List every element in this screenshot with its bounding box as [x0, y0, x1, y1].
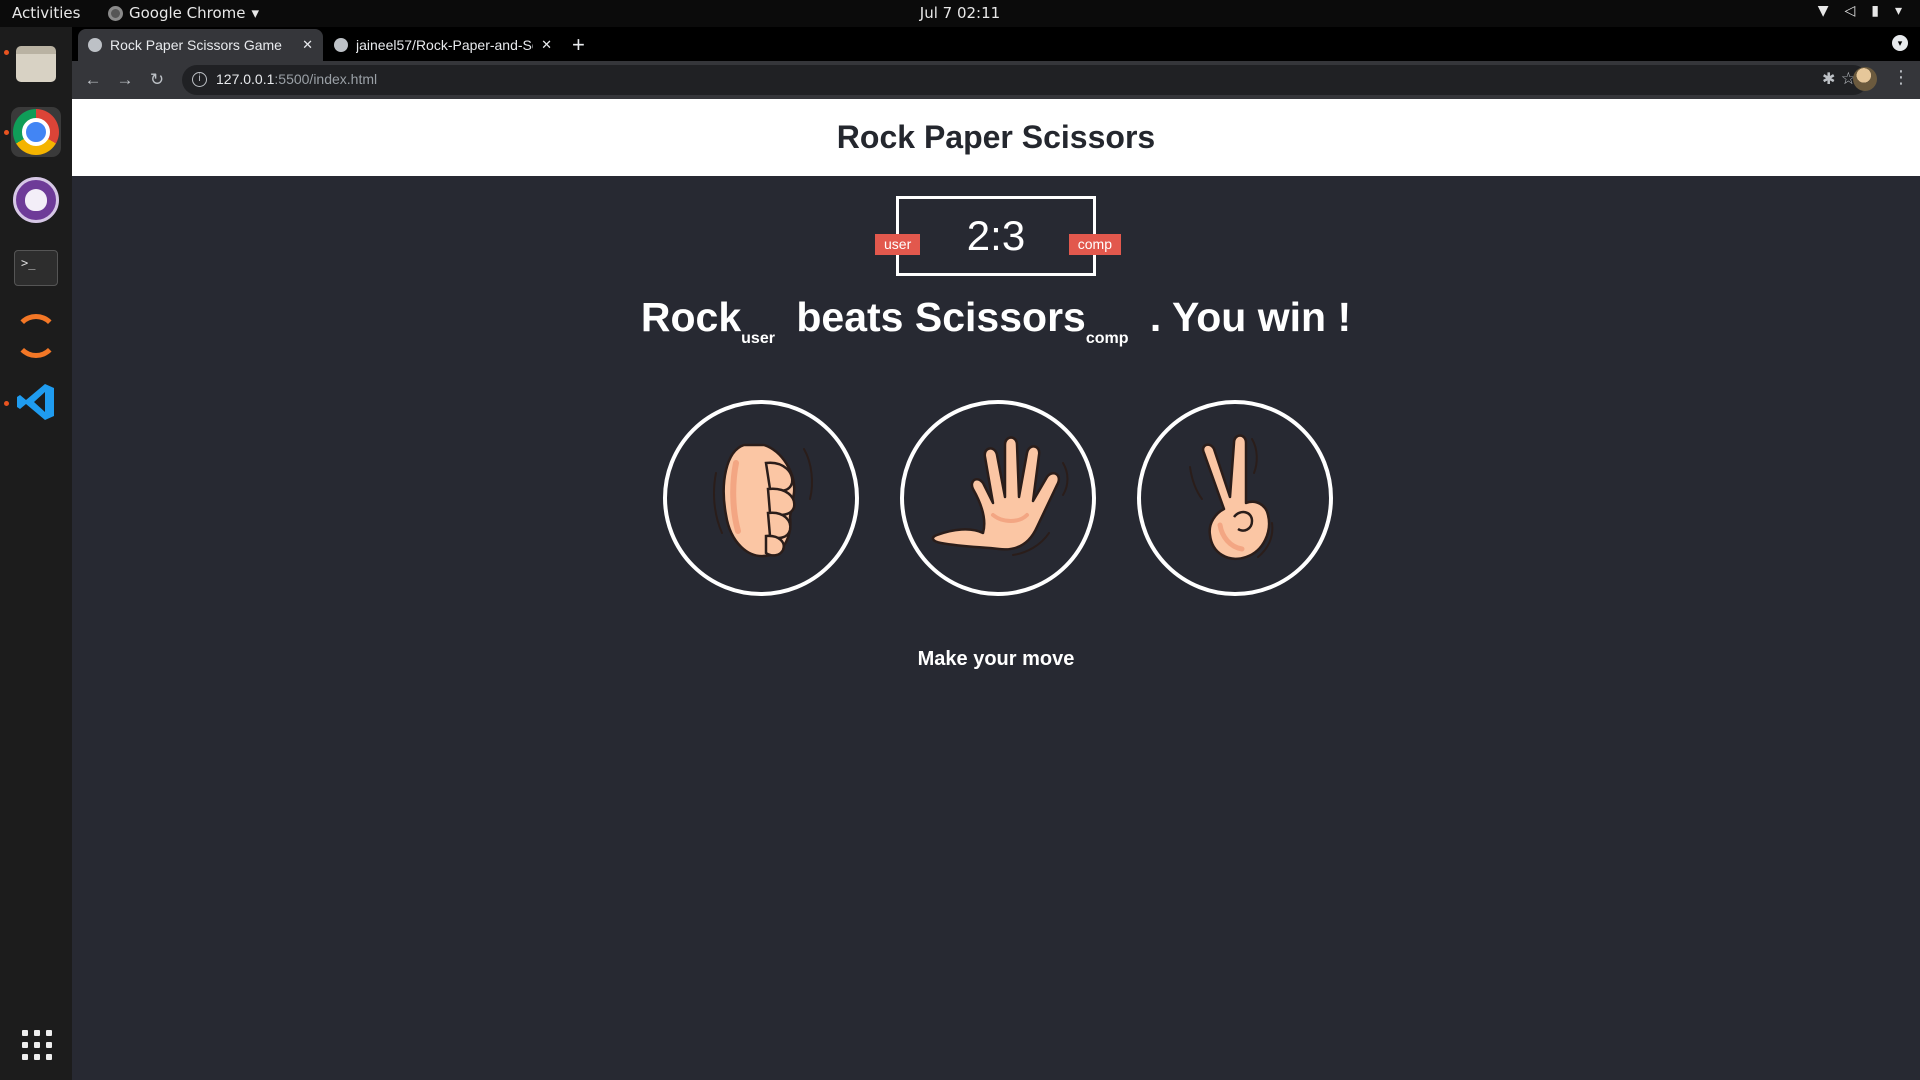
action-message: Make your move [917, 648, 1075, 670]
scissors-button[interactable] [1137, 400, 1333, 596]
close-icon[interactable]: ✕ [541, 37, 552, 53]
rock-button[interactable] [663, 400, 859, 596]
user-choice-text: Rock [640, 294, 742, 340]
system-top-bar: Activities Google Chrome ▾ Jul 7 02:11 ▼… [0, 0, 1920, 27]
profile-avatar[interactable] [1853, 67, 1877, 91]
github-icon [13, 177, 59, 223]
open-hand-icon [931, 436, 1069, 556]
app-menu-label: Google Chrome [129, 4, 246, 22]
dock-github-desktop[interactable] [11, 175, 61, 225]
comp-sub-label: comp [1085, 330, 1129, 347]
tab-rock-paper-scissors[interactable]: Rock Paper Scissors Game ✕ [78, 29, 323, 61]
tab-title: jaineel57/Rock-Paper-and-Scissors [356, 37, 533, 53]
forward-icon[interactable]: → [112, 67, 138, 93]
page-content: Rock Paper Scissors user 2:3 comp Rockus… [72, 99, 1920, 1080]
result-message: Rockuser beats Scissorscomp . You win ! [72, 294, 1920, 348]
back-icon[interactable]: ← [80, 67, 106, 93]
dock-jupyter[interactable] [11, 311, 61, 361]
comp-choice-text: Scissors [914, 294, 1086, 340]
close-icon[interactable]: ✕ [302, 37, 313, 53]
app-menu[interactable]: Google Chrome ▾ [108, 4, 259, 22]
running-indicator [4, 401, 9, 406]
menu-kebab-icon[interactable]: ⋮ [1892, 67, 1910, 88]
tab-strip: Rock Paper Scissors Game ✕ jaineel57/Roc… [72, 27, 1920, 61]
chrome-icon [13, 109, 59, 155]
running-indicator [4, 130, 9, 135]
dock-terminal[interactable]: >_ [11, 243, 61, 293]
running-indicator [4, 50, 9, 55]
terminal-icon: >_ [14, 250, 58, 286]
result-verb: beats [796, 294, 904, 340]
page-header: Rock Paper Scissors [72, 99, 1920, 176]
fist-hand-icon [713, 443, 813, 558]
vscode-icon [17, 384, 54, 420]
wifi-icon: ▼ [1817, 3, 1829, 19]
reload-icon[interactable]: ↻ [144, 67, 170, 93]
browser-window: Rock Paper Scissors Game ✕ jaineel57/Roc… [72, 27, 1920, 1080]
tab-github-repo[interactable]: jaineel57/Rock-Paper-and-Scissors ✕ [324, 29, 562, 61]
score-value: 2:3 [966, 212, 1026, 259]
files-icon [16, 46, 56, 82]
jupyter-icon [14, 314, 58, 358]
chevron-down-icon: ▾ [251, 4, 260, 22]
chevron-down-icon: ▾ [1894, 3, 1902, 19]
globe-icon [88, 38, 102, 52]
extensions-icon[interactable]: ✱ [1822, 69, 1835, 89]
page-title: Rock Paper Scissors [836, 119, 1156, 155]
system-tray[interactable]: ▼ ◁ ▮ ▾ [1818, 3, 1902, 19]
dock: >_ [0, 27, 72, 1080]
user-sub-label: user [741, 330, 775, 347]
outcome-text: . You win ! [1149, 294, 1352, 340]
new-tab-button[interactable]: + [572, 32, 585, 58]
choices-row [663, 400, 1333, 600]
show-applications-button[interactable] [22, 1030, 52, 1060]
volume-icon: ◁ [1844, 3, 1856, 19]
clock[interactable]: Jul 7 02:11 [920, 4, 1000, 22]
tab-title: Rock Paper Scissors Game [110, 37, 282, 53]
dock-chrome[interactable] [11, 107, 61, 157]
comp-badge: comp [1068, 234, 1121, 255]
dock-files[interactable] [11, 39, 61, 89]
browser-toolbar: ← → ↻ i 127.0.0.1:5500/index.html ☆ ✱ ⋮ [72, 61, 1920, 99]
user-badge: user [875, 234, 921, 255]
url-text[interactable]: 127.0.0.1:5500/index.html [216, 71, 377, 87]
battery-icon: ▮ [1871, 3, 1879, 19]
info-icon[interactable]: i [192, 72, 207, 87]
tab-search-icon[interactable]: ▾ [1892, 35, 1908, 51]
address-bar[interactable]: i 127.0.0.1:5500/index.html ☆ [182, 65, 1868, 95]
peace-hand-icon [1189, 434, 1274, 560]
github-icon [334, 38, 348, 52]
chrome-icon [108, 5, 123, 21]
paper-button[interactable] [900, 400, 1096, 596]
scoreboard: user 2:3 comp [875, 196, 1121, 276]
activities-button[interactable]: Activities [12, 4, 80, 22]
dock-vscode[interactable] [11, 377, 61, 427]
